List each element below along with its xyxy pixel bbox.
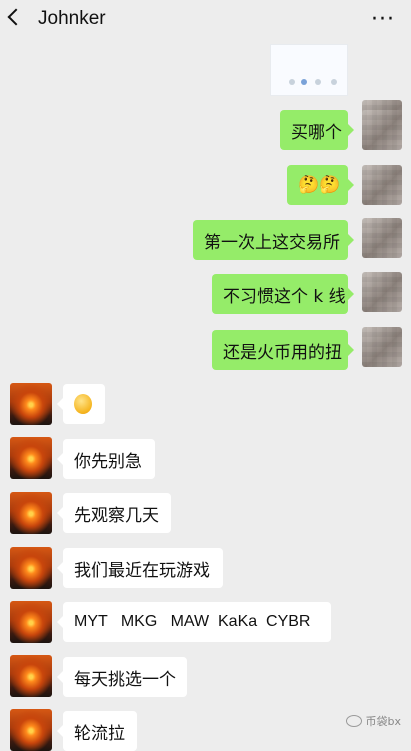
my-avatar[interactable] <box>362 110 402 150</box>
contact-message-bubble[interactable]: 轮流拉 <box>57 711 137 751</box>
my-message-bubble[interactable]: 还是火币用的扭 <box>212 330 354 370</box>
thumb-dot-icon <box>289 79 295 85</box>
message-text: 不习惯这个 k 线 <box>223 286 346 307</box>
contact-avatar[interactable] <box>10 492 52 534</box>
message-text: 轮流拉 <box>74 723 125 744</box>
thumb-dot-icon <box>315 79 321 85</box>
watermark-text: 币袋bx <box>365 715 402 728</box>
message-text: 第一次上这交易所 <box>204 232 340 253</box>
contact-avatar[interactable] <box>10 709 52 751</box>
smiling-face-emoji-icon <box>74 394 92 414</box>
contact-avatar[interactable] <box>10 437 52 479</box>
chat-title: Johnker <box>38 8 106 29</box>
my-avatar[interactable] <box>362 272 402 312</box>
contact-avatar[interactable] <box>10 655 52 697</box>
my-avatar[interactable] <box>362 165 402 205</box>
message-text: 买哪个 <box>291 122 342 143</box>
my-message-bubble[interactable]: 第一次上这交易所 <box>193 220 354 260</box>
wechat-logo-icon <box>345 715 362 727</box>
contact-avatar[interactable] <box>10 383 52 425</box>
my-avatar[interactable] <box>362 218 402 258</box>
contact-message-bubble[interactable]: 你先别急 <box>57 439 155 479</box>
contact-avatar[interactable] <box>10 601 52 643</box>
message-text: 每天挑选一个 <box>74 669 176 690</box>
contact-message-bubble[interactable]: 我们最近在玩游戏 <box>57 548 223 588</box>
message-text: MYT MKG MAW KaKa CYBR <box>74 613 311 630</box>
my-message-bubble[interactable]: 🤔🤔 <box>287 165 354 205</box>
back-arrow-icon[interactable] <box>7 8 25 26</box>
my-avatar[interactable] <box>362 327 402 367</box>
watermark: 币袋bx <box>345 713 402 729</box>
contact-message-bubble[interactable]: MYT MKG MAW KaKa CYBR <box>57 602 331 642</box>
thumb-dot-icon <box>301 79 307 85</box>
message-text: 先观察几天 <box>74 505 159 526</box>
shared-screenshot-thumbnail[interactable] <box>270 44 348 96</box>
message-text: 还是火币用的扭 <box>223 342 342 363</box>
more-options-icon[interactable]: ··· <box>371 9 395 31</box>
my-message-bubble[interactable]: 买哪个 <box>280 110 354 150</box>
contact-message-bubble[interactable]: 每天挑选一个 <box>57 657 187 697</box>
my-message-bubble[interactable]: 不习惯这个 k 线 <box>212 274 354 314</box>
contact-message-bubble[interactable]: 先观察几天 <box>57 493 171 533</box>
contact-message-bubble[interactable] <box>57 384 105 424</box>
thumb-dot-icon <box>331 79 337 85</box>
contact-avatar[interactable] <box>10 547 52 589</box>
message-text: 你先别急 <box>74 451 142 472</box>
message-text: 🤔🤔 <box>298 175 341 195</box>
message-text: 我们最近在玩游戏 <box>74 560 210 581</box>
chat-header: Johnker ··· <box>0 0 411 40</box>
